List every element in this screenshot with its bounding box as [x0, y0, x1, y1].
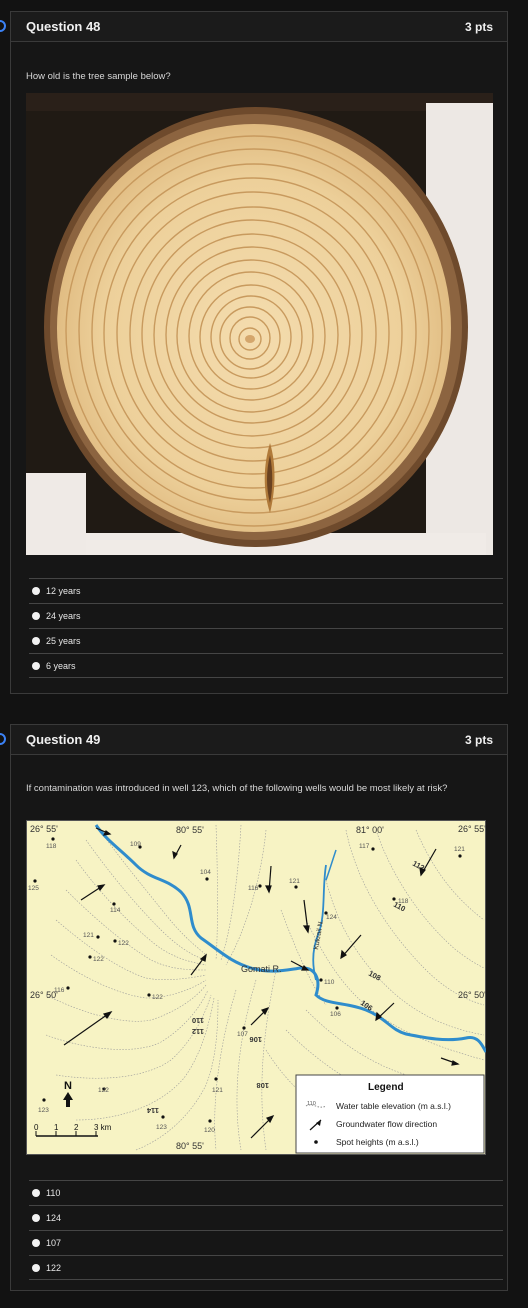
answer-label: 107: [46, 1238, 62, 1248]
radio-button-icon[interactable]: [32, 1189, 40, 1197]
spot-height-label: 116: [248, 885, 259, 892]
spot-height-label: 124: [326, 914, 337, 921]
scale-tick-label: 0: [34, 1123, 39, 1132]
spot-height-label: 110: [324, 979, 335, 986]
spot-height-label: 117: [359, 843, 370, 850]
answer-option[interactable]: 110: [29, 1180, 503, 1205]
question-prompt: How old is the tree sample below?: [26, 71, 171, 82]
spot-height-label: 122: [152, 994, 163, 1001]
answer-label: 25 years: [46, 636, 81, 646]
question-prompt: If contamination was introduced in well …: [26, 783, 448, 794]
legend-item: Groundwater flow direction: [336, 1119, 437, 1129]
contour-label: 110: [192, 1016, 204, 1025]
spot-height-label: 106: [330, 1011, 341, 1018]
spot-height-label: 121: [83, 932, 94, 939]
radio-button-icon[interactable]: [32, 1239, 40, 1247]
radio-button-icon[interactable]: [32, 661, 40, 670]
radio-button-icon[interactable]: [32, 1263, 40, 1272]
question-header: Question 48 3 pts: [11, 12, 507, 42]
question-header: Question 49 3 pts: [11, 725, 507, 755]
spot-height-label: 118: [46, 843, 57, 850]
answer-option[interactable]: 25 years: [29, 628, 503, 653]
tree-ring-image: [26, 93, 493, 555]
question-points: 3 pts: [464, 732, 493, 747]
legend-title: Legend: [368, 1082, 404, 1093]
longitude-label: 81° 00': [356, 825, 384, 835]
focus-ring-icon: [0, 733, 6, 745]
contour-label: 114: [146, 1106, 159, 1115]
spot-height-label: 114: [110, 907, 121, 914]
legend-contour-sample: 110: [307, 1101, 316, 1107]
answer-option[interactable]: 122: [29, 1255, 503, 1280]
answer-option[interactable]: 107: [29, 1230, 503, 1255]
question-title: Question 49: [26, 732, 101, 747]
spot-height-label: 107: [237, 1031, 248, 1038]
answer-label: 6 years: [46, 660, 76, 671]
question-48-card: Question 48 3 pts How old is the tree sa…: [10, 11, 508, 694]
answer-option[interactable]: 124: [29, 1205, 503, 1230]
spot-height-label: 123: [156, 1124, 167, 1131]
answer-label: 122: [46, 1262, 62, 1273]
answer-label: 12 years: [46, 586, 81, 596]
latitude-label: 26° 50': [458, 990, 486, 1000]
latitude-label: 26° 55': [30, 824, 58, 834]
scale-tick-label: 3 km: [94, 1123, 112, 1132]
question-title: Question 48: [26, 19, 101, 34]
spot-height-label: 109: [130, 841, 141, 848]
answer-list: 12 years 24 years 25 years 6 years: [29, 578, 503, 678]
longitude-label: 80° 55': [176, 1141, 204, 1151]
answer-option[interactable]: 6 years: [29, 653, 503, 678]
map-legend: Legend 110 Water table elevation (m a.s.…: [295, 1074, 485, 1154]
spot-height-label: 120: [204, 1127, 215, 1134]
legend-item: Water table elevation (m a.s.l.): [336, 1101, 451, 1111]
spot-height-label: 122: [98, 1087, 109, 1094]
river-label: Gomati R.: [241, 964, 282, 974]
spot-height-label: 123: [38, 1107, 49, 1114]
radio-button-icon[interactable]: [32, 587, 40, 595]
spot-height-label: 121: [289, 878, 300, 885]
answer-option[interactable]: 12 years: [29, 578, 503, 603]
latitude-label: 26° 50': [30, 990, 58, 1000]
answer-label: 110: [46, 1188, 61, 1198]
contour-label: 106: [249, 1035, 262, 1044]
contour-label: 108: [256, 1081, 269, 1090]
spot-height-label: 121: [454, 846, 465, 853]
focus-ring-icon: [0, 20, 6, 32]
radio-button-icon[interactable]: [32, 612, 40, 620]
question-points: 3 pts: [464, 19, 493, 34]
latitude-label: 26° 55': [458, 824, 486, 834]
scale-tick-label: 1: [54, 1123, 59, 1132]
groundwater-map: 118 109 104 117 121 125 114 116 121 118 …: [26, 820, 486, 1155]
answer-label: 124: [46, 1213, 62, 1223]
spot-height-label: 121: [212, 1087, 223, 1094]
spot-height-label: 125: [28, 885, 39, 892]
question-49-card: Question 49 3 pts If contamination was i…: [10, 724, 508, 1291]
answer-option[interactable]: 24 years: [29, 603, 503, 628]
north-label: N: [64, 1080, 72, 1092]
answer-list: 110 124 107 122: [29, 1180, 503, 1280]
spot-height-label: 122: [93, 956, 104, 963]
radio-button-icon[interactable]: [32, 637, 40, 645]
spot-height-label: 122: [118, 940, 129, 947]
legend-item: Spot heights (m a.s.l.): [336, 1137, 419, 1147]
spot-height-label: 104: [200, 869, 211, 876]
radio-button-icon[interactable]: [32, 1214, 40, 1222]
scale-tick-label: 2: [74, 1123, 79, 1132]
answer-label: 24 years: [46, 611, 81, 621]
longitude-label: 80° 55': [176, 825, 204, 835]
contour-label: 112: [192, 1027, 204, 1036]
